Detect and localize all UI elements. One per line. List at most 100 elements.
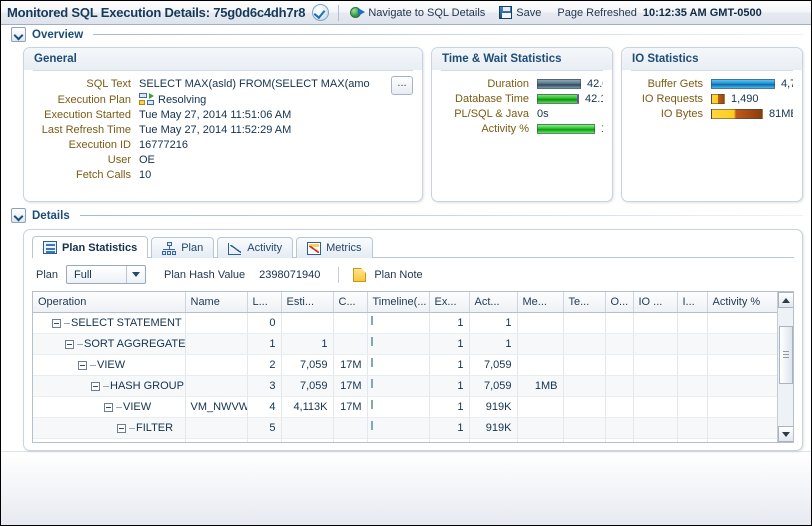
col-executions[interactable]: Ex... xyxy=(429,292,469,313)
col-cost[interactable]: C... xyxy=(333,292,367,313)
plan-select[interactable]: Full xyxy=(66,265,146,284)
col-io-bytes[interactable]: I... xyxy=(677,292,707,313)
row-expander-icon[interactable] xyxy=(91,382,100,391)
cell-timeline xyxy=(367,397,429,418)
activity-pct-value-wrap: 100 xyxy=(537,123,603,135)
cell-other xyxy=(605,418,633,439)
table-row[interactable]: SELECT STATEMENT 0 1 1 xyxy=(33,313,777,334)
scroll-down-icon[interactable] xyxy=(778,426,794,442)
row-expander-icon[interactable] xyxy=(65,340,74,349)
plan-note-button[interactable]: Plan Note xyxy=(374,269,422,281)
user-label: User xyxy=(33,154,131,166)
sql-text-expand-button[interactable]: ... xyxy=(391,76,413,95)
save-button[interactable]: Save xyxy=(497,5,543,20)
io-bytes-value: 81MB xyxy=(769,108,793,120)
scrollbar-track[interactable] xyxy=(778,308,794,426)
io-requests-label: IO Requests xyxy=(631,93,703,105)
operation-label: SORT AGGREGATE xyxy=(84,338,185,350)
cell-name xyxy=(185,355,247,376)
col-line[interactable]: L... xyxy=(247,292,281,313)
metrics-chart-icon xyxy=(307,242,321,255)
row-expander-icon[interactable] xyxy=(104,403,113,412)
table-row-partial[interactable] xyxy=(33,439,777,443)
tab-plan[interactable]: Plan xyxy=(151,237,214,258)
tree-elbow xyxy=(103,386,109,387)
details-card: Plan Statistics Plan Activity xyxy=(23,229,803,451)
col-name[interactable]: Name xyxy=(185,292,247,313)
page-footer xyxy=(1,451,811,525)
cell-timeline xyxy=(367,355,429,376)
overview-disclosure-icon[interactable] xyxy=(11,27,26,42)
io-bytes-value-wrap: 81MB xyxy=(711,108,793,120)
time-row-plsql-java: PL/SQL & Java 0s xyxy=(441,108,603,120)
col-other[interactable]: O... xyxy=(605,292,633,313)
operation-label: VIEW xyxy=(123,401,151,413)
general-panel-title: General xyxy=(24,48,422,70)
table-row[interactable]: SORT AGGREGATE 1 1 1 1 xyxy=(33,334,777,355)
general-row-execution-plan: Execution Plan Resolving xyxy=(33,93,413,106)
tab-plan-statistics-label: Plan Statistics xyxy=(62,242,137,254)
table-row[interactable]: VIEW 2 7,059 17M 1 7,059 xyxy=(33,355,777,376)
overview-rule xyxy=(93,34,803,35)
row-expander-icon[interactable] xyxy=(117,424,126,433)
last-refresh-time-value: Tue May 27, 2014 11:52:29 AM xyxy=(139,124,413,136)
col-operation[interactable]: Operation xyxy=(33,292,185,313)
tab-plan-statistics[interactable]: Plan Statistics xyxy=(32,236,148,258)
scrollbar-thumb[interactable] xyxy=(779,326,793,384)
cell-executions: 1 xyxy=(429,355,469,376)
cell-timeline xyxy=(367,334,429,355)
cell-activity-pct xyxy=(707,376,777,397)
plan-grid: Operation Name L... Esti... C... Timelin… xyxy=(33,292,777,442)
row-expander-icon[interactable] xyxy=(52,319,61,328)
cell-other xyxy=(605,313,633,334)
io-statistics-panel: IO Statistics Buffer Gets 4,760 IO Reque… xyxy=(621,47,803,202)
navigate-to-sql-details-button[interactable]: Navigate to SQL Details xyxy=(348,5,487,21)
table-row[interactable]: VIEW VM_NWVW 4 4,113K 17M 1 919K xyxy=(33,397,777,418)
time-wait-panel-body: Duration 42.0s Database Time 42.1s PL/SQ… xyxy=(432,71,612,144)
activity-pct-label: Activity % xyxy=(441,123,529,135)
cell-operation: VIEW xyxy=(33,397,185,418)
activity-chart-icon xyxy=(228,242,242,255)
cell-io-bytes xyxy=(677,397,707,418)
col-io-requests[interactable]: IO ... xyxy=(633,292,677,313)
last-refresh-time-label: Last Refresh Time xyxy=(33,124,131,136)
execution-plan-value: Resolving xyxy=(158,94,206,106)
details-disclosure-icon[interactable] xyxy=(11,208,26,223)
execution-plan-label: Execution Plan xyxy=(33,94,131,106)
cell-executions: 1 xyxy=(429,376,469,397)
table-row[interactable]: HASH GROUP BY 3 7,059 17M 1 7,059 xyxy=(33,376,777,397)
note-icon xyxy=(353,268,366,282)
scroll-up-icon[interactable] xyxy=(778,292,794,308)
col-memory[interactable]: Me... xyxy=(517,292,563,313)
chevron-down-icon[interactable] xyxy=(126,266,145,283)
tab-metrics[interactable]: Metrics xyxy=(296,237,372,258)
col-timeline[interactable]: Timeline(... xyxy=(367,292,429,313)
cell-line: 0 xyxy=(247,313,281,334)
plan-tree-icon xyxy=(162,242,176,255)
table-vertical-scrollbar[interactable] xyxy=(777,292,793,442)
tree-elbow xyxy=(77,344,83,345)
col-temp[interactable]: Te... xyxy=(563,292,605,313)
cell-io-requests xyxy=(633,355,677,376)
general-panel: General SQL Text SELECT MAX(asld) FROM(S… xyxy=(23,47,423,202)
row-expander-icon[interactable] xyxy=(78,361,87,370)
cell-other xyxy=(605,376,633,397)
table-row[interactable]: FILTER 5 1 919K xyxy=(33,418,777,439)
sql-text-label: SQL Text xyxy=(33,78,131,90)
tab-activity-label: Activity xyxy=(247,242,282,254)
operation-label: SELECT STATEMENT xyxy=(71,317,182,329)
tab-activity[interactable]: Activity xyxy=(217,237,293,258)
col-estimated[interactable]: Esti... xyxy=(281,292,333,313)
time-row-database-time: Database Time 42.1s xyxy=(441,93,603,105)
cell-name xyxy=(185,376,247,397)
col-actual-rows[interactable]: Act... xyxy=(469,292,517,313)
cell-name xyxy=(185,334,247,355)
buffer-gets-value-wrap: 4,760 xyxy=(711,78,793,90)
execution-id-value: 16777216 xyxy=(139,139,413,151)
cell-temp xyxy=(563,376,605,397)
cell-actual-rows: 1 xyxy=(469,334,517,355)
general-row-execution-started: Execution Started Tue May 27, 2014 11:51… xyxy=(33,109,413,121)
col-activity-pct[interactable]: Activity % xyxy=(707,292,777,313)
cell-operation: VIEW xyxy=(33,355,185,376)
cell-cost xyxy=(333,418,367,439)
